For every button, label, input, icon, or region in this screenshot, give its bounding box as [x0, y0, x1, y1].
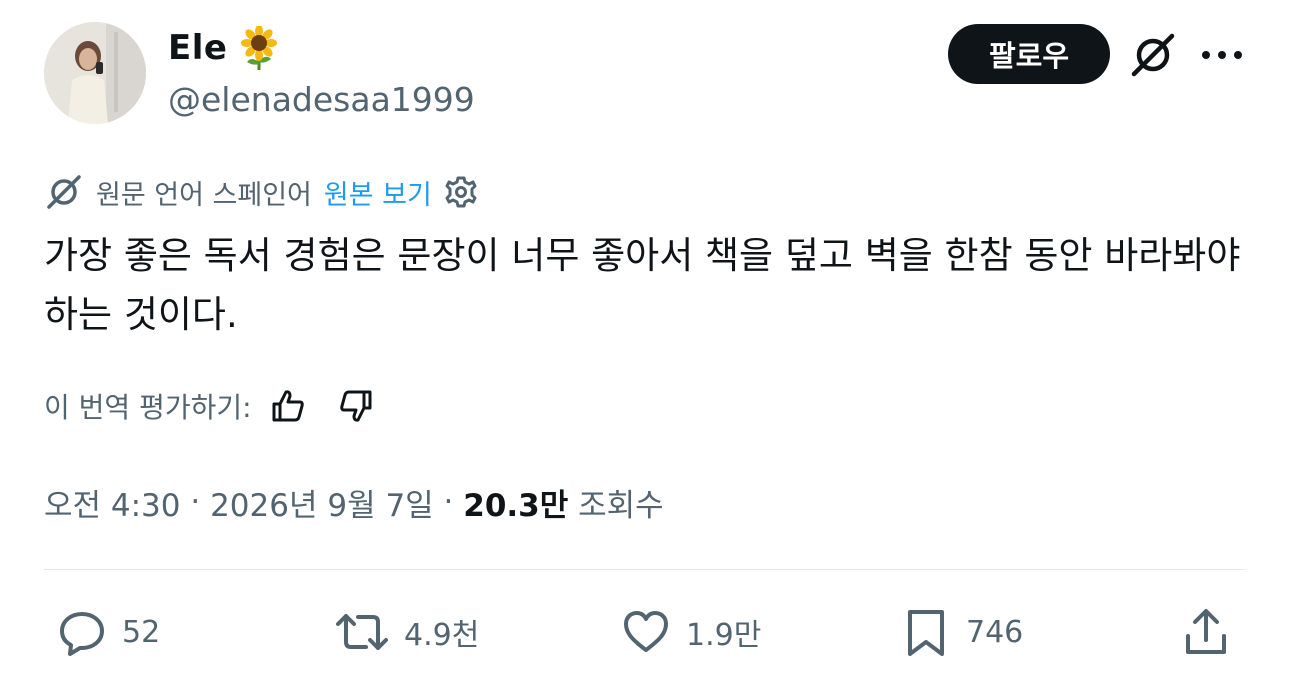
avatar[interactable] [44, 22, 146, 124]
repost-icon [334, 606, 390, 658]
bookmark-icon [900, 606, 952, 658]
divider [44, 569, 1246, 570]
author-name[interactable]: Ele [168, 26, 279, 70]
views-count: 20.3만 [463, 487, 569, 524]
reply-button[interactable]: 52 [56, 606, 160, 658]
repost-button[interactable]: 4.9천 [334, 606, 479, 658]
gear-icon[interactable] [444, 175, 478, 209]
share-icon [1180, 606, 1232, 658]
thumbs-up-icon[interactable] [268, 386, 308, 426]
heart-icon [620, 606, 672, 658]
thumbs-down-icon[interactable] [336, 386, 376, 426]
sunflower-icon [239, 26, 279, 70]
more-dots-icon[interactable] [1198, 38, 1246, 72]
display-name: Ele [168, 28, 228, 68]
tweet-date[interactable]: 2026년 9월 7일 [210, 480, 434, 525]
views-label: 조회수 [578, 487, 664, 524]
like-button[interactable]: 1.9만 [620, 606, 761, 658]
bookmark-count: 746 [966, 614, 1024, 650]
follow-button[interactable]: 팔로우 [948, 24, 1110, 84]
avatar-image [44, 22, 146, 124]
reply-icon [56, 606, 108, 658]
translation-bar: 원문 언어 스페인어 원본 보기 [44, 170, 478, 214]
tweet-meta: 오전 4:30 · 2026년 9월 7일 · 20.3만 조회수 [44, 478, 664, 526]
meta-separator: · [180, 484, 211, 520]
share-button[interactable] [1180, 606, 1232, 658]
tweet-time[interactable]: 오전 4:30 [44, 480, 181, 525]
translation-rating: 이 번역 평가하기: [44, 382, 376, 430]
reply-count: 52 [122, 614, 161, 650]
view-original-link[interactable]: 원본 보기 [324, 173, 432, 212]
like-count: 1.9만 [686, 618, 762, 653]
grok-translate-icon [44, 172, 84, 212]
rating-label: 이 번역 평가하기: [44, 391, 252, 424]
source-language-label: 원문 언어 스페인어 [96, 179, 312, 211]
meta-separator: · [433, 484, 464, 520]
bookmark-button[interactable]: 746 [900, 606, 1023, 658]
repost-count: 4.9천 [404, 618, 480, 653]
tweet-text: 가장 좋은 독서 경험은 문장이 너무 좋아서 책을 덮고 벽을 한참 동안 바… [44, 234, 1241, 336]
author-handle[interactable]: @elenadesaa1999 [168, 80, 475, 119]
grok-icon[interactable] [1128, 30, 1178, 80]
